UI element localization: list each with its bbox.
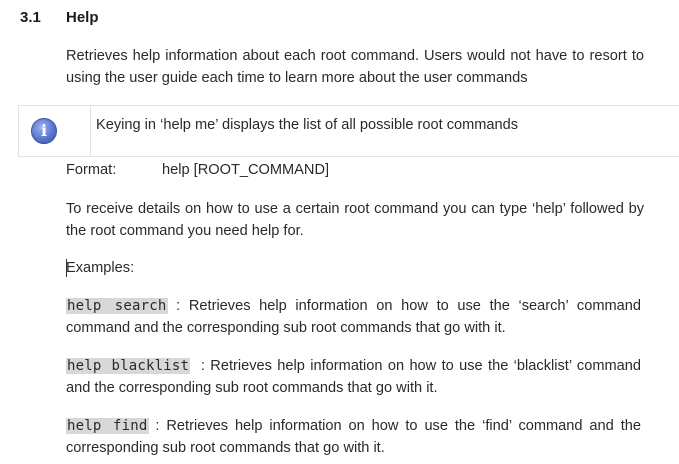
example-help-blacklist: help blacklist : Retrieves help informat… <box>66 355 641 399</box>
example-separator: : <box>167 298 189 314</box>
info-note-text: Keying in ‘help me’ displays the list of… <box>96 117 519 133</box>
format-label: Format: <box>66 162 117 178</box>
example-separator: : <box>148 418 167 434</box>
intro-paragraph: Retrieves help information about each ro… <box>66 48 644 86</box>
example-command: help search <box>66 298 168 314</box>
example-command: help blacklist <box>66 358 191 374</box>
section-title: Help <box>66 9 99 26</box>
examples-label: Examples: <box>66 260 135 276</box>
example-help-find: help find : Retrieves help information o… <box>66 415 641 459</box>
details-paragraph: To receive details on how to use a certa… <box>66 201 644 239</box>
text-cursor <box>66 259 67 277</box>
format-value: help [ROOT_COMMAND] <box>162 162 330 178</box>
example-separator: : <box>190 358 211 374</box>
section-number: 3.1 <box>20 9 41 26</box>
example-command: help find <box>66 418 149 434</box>
example-help-search: help search : Retrieves help information… <box>66 295 641 339</box>
info-note-divider <box>90 105 91 157</box>
info-icon: i <box>31 118 57 144</box>
